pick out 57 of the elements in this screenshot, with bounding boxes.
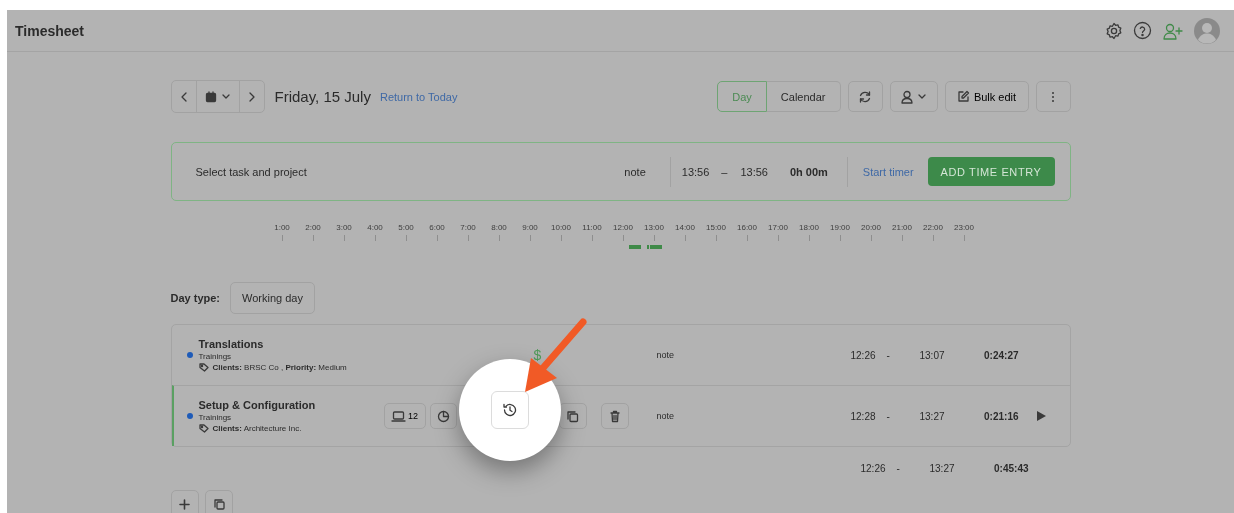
day-type-dropdown[interactable]: Working day (230, 282, 315, 314)
hour-label: 2:00 (305, 223, 321, 232)
hour-label: 21:00 (892, 223, 912, 232)
hour-label: 18:00 (799, 223, 819, 232)
billable-icon: $ (533, 347, 542, 363)
end-time-field[interactable]: 13:56 (740, 165, 768, 178)
hour-label: 1:00 (274, 223, 290, 232)
hour-label: 16:00 (737, 223, 757, 232)
view-tab[interactable]: Calendar (766, 81, 841, 112)
tags-text: Clients: Architecture Inc. (212, 424, 302, 433)
entry-title: Setup & Configuration (198, 399, 317, 411)
hour-label: 17:00 (768, 223, 788, 232)
time-separator: - (886, 349, 891, 361)
entry-note: note (656, 350, 676, 360)
hour-label: 3:00 (336, 223, 352, 232)
tags-text: Clients: BRSC Co , Priority: Medium (212, 363, 347, 372)
hour-label: 7:00 (460, 223, 476, 232)
time-separator: - (886, 410, 891, 422)
hour-label: 5:00 (398, 223, 414, 232)
entry-duration: 0:21:16 (983, 410, 1019, 422)
entry-note: note (656, 411, 676, 421)
time-separator: – (721, 165, 728, 178)
screenshots-button[interactable]: 12 (383, 403, 426, 429)
hour-label: 8:00 (491, 223, 507, 232)
end-time: 13:07 (919, 349, 946, 361)
hour-label: 13:00 (644, 223, 664, 232)
total-duration: 0:45:43 (993, 463, 1029, 474)
time-separator: - (896, 463, 901, 474)
current-date: Friday, 15 July (274, 88, 371, 105)
hour-label: 14:00 (675, 223, 695, 232)
hour-label: 11:00 (582, 223, 602, 232)
hour-label: 9:00 (522, 223, 538, 232)
project-name: Trainings (198, 352, 233, 361)
bulk-edit-button[interactable]: Bulk edit (944, 81, 1029, 112)
hour-label: 4:00 (367, 223, 383, 232)
project-name: Trainings (198, 413, 233, 422)
entry-title: Translations (198, 338, 265, 350)
end-time: 13:27 (919, 410, 946, 422)
duration-text: 0h 00m (789, 165, 828, 178)
hour-label: 10:00 (551, 223, 571, 232)
total-start-time: 12:26 (860, 463, 887, 474)
hour-label: 15:00 (706, 223, 726, 232)
note-field[interactable]: note (624, 165, 646, 178)
hour-label: 23:00 (954, 223, 974, 232)
task-project-field[interactable]: Select task and project (195, 165, 625, 178)
entry-duration: 0:24:27 (983, 349, 1019, 361)
hour-label: 19:00 (830, 223, 850, 232)
hour-label: 22:00 (923, 223, 943, 232)
hour-label: 12:00 (613, 223, 633, 232)
start-time-field[interactable]: 13:56 (681, 165, 710, 178)
hour-label: 6:00 (429, 223, 445, 232)
hour-label: 20:00 (861, 223, 881, 232)
start-time: 12:26 (850, 349, 877, 361)
page-title: Timesheet (15, 22, 85, 39)
start-time: 12:28 (850, 410, 877, 422)
total-end-time: 13:27 (929, 463, 956, 474)
day-type-label: Day type: (170, 292, 221, 304)
